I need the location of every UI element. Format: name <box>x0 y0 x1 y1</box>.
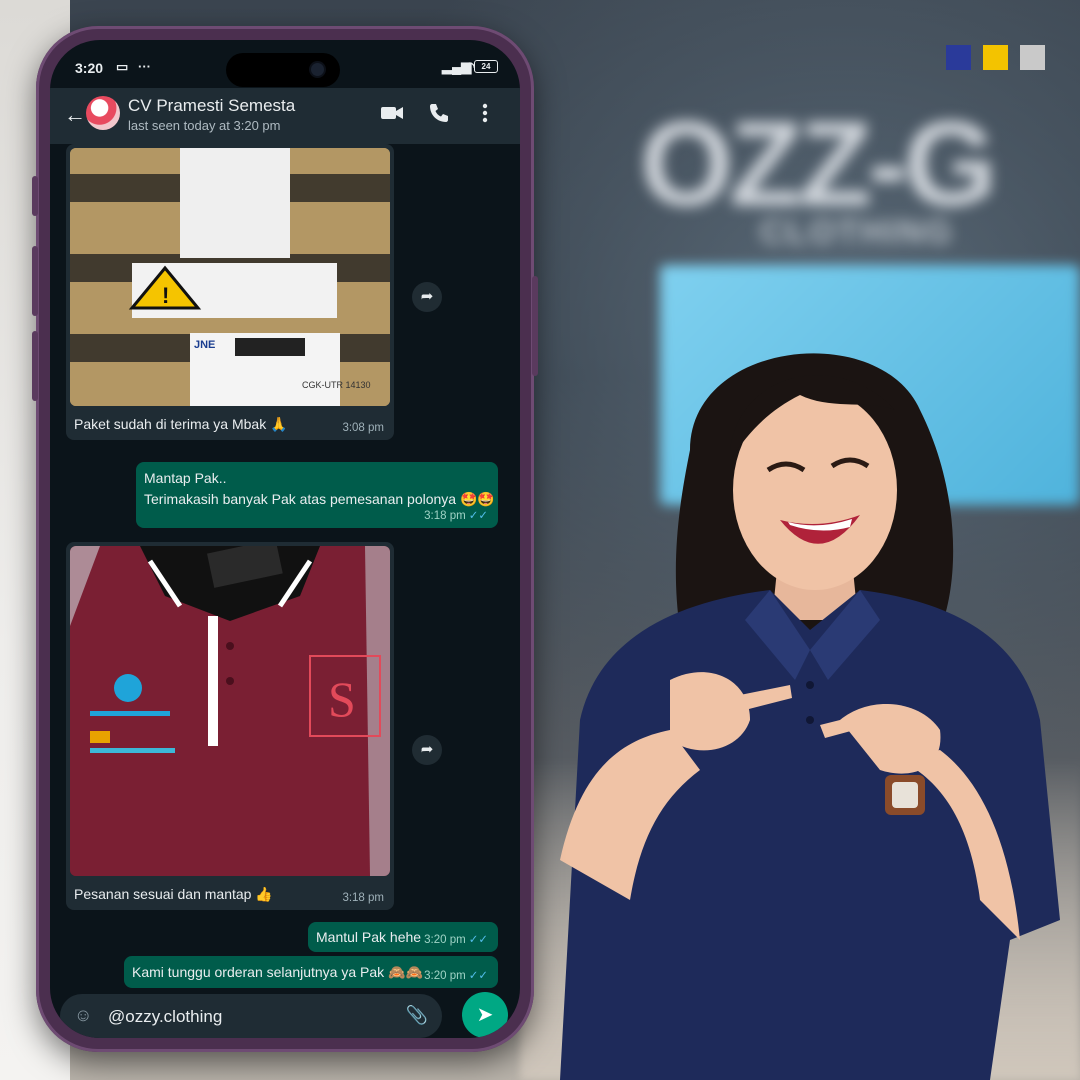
phone-volume-up <box>32 246 38 316</box>
send-button[interactable]: ➤ <box>462 992 508 1038</box>
contact-name[interactable]: CV Pramesti Semesta <box>128 96 295 116</box>
message-text-line2: Terimakasih banyak Pak atas pemesanan po… <box>144 491 495 507</box>
message-time: 3:08 pm <box>342 422 384 434</box>
square-grey <box>1020 45 1045 70</box>
polo-shirt-image: S <box>70 546 390 876</box>
forward-icon[interactable]: ➦ <box>412 735 442 765</box>
back-arrow-icon[interactable]: ← <box>64 102 86 128</box>
message-text: Paket sudah di terima ya Mbak 🙏 <box>74 416 288 432</box>
message-outgoing-mantul[interactable]: Mantul Pak hehe 3:20 pm ✓✓ <box>308 922 498 952</box>
square-blue <box>946 45 971 70</box>
message-time: 3:18 pm ✓✓ <box>424 510 488 522</box>
message-composer: ☺ 📎 <box>60 994 442 1038</box>
brand-sign-subtext: CLOTHING <box>760 213 954 251</box>
message-text: Kami tunggu orderan selanjutnya ya Pak 🙈… <box>132 964 423 980</box>
message-time: 3:20 pm ✓✓ <box>424 970 488 982</box>
package-code: CGK-UTR 14130 <box>302 380 371 390</box>
status-time: 3:20 <box>75 60 104 76</box>
send-icon: ➤ <box>476 1004 494 1026</box>
phone-power-button <box>532 276 538 376</box>
polo-shirt-photo[interactable]: S <box>70 546 390 876</box>
kebab-menu-icon[interactable] <box>480 102 490 124</box>
more-dots-icon: ··· <box>138 59 151 74</box>
contact-avatar[interactable] <box>86 96 120 130</box>
status-bar: 3:20 ▭ ··· ▂▄▆ ◠ 24 <box>50 40 520 87</box>
courier-logo: JNE <box>194 339 215 351</box>
background-brand-sign: OZZ-G CLOTHING <box>640 95 1080 265</box>
message-time: 3:20 pm ✓✓ <box>424 934 488 946</box>
message-text: Mantul Pak hehe <box>316 929 422 945</box>
package-photo[interactable]: ! JNE CGK-UTR 14130 <box>70 148 390 406</box>
phone-volume-down <box>32 331 38 401</box>
embroidered-s-logo: S <box>328 671 356 727</box>
chat-area[interactable]: ! JNE CGK-UTR 14130 Paket sudah di terim… <box>50 144 520 988</box>
phone-side-button <box>32 176 38 216</box>
message-input[interactable] <box>106 1002 380 1032</box>
square-yellow <box>983 45 1008 70</box>
attach-paperclip-icon[interactable]: 📎 <box>406 1005 428 1026</box>
video-call-icon[interactable] <box>380 102 404 124</box>
battery-icon: 24 <box>474 60 498 73</box>
message-time: 3:18 pm <box>342 892 384 904</box>
phone-frame: 3:20 ▭ ··· ▂▄▆ ◠ 24 ← CV Pramesti Semest… <box>32 26 538 1052</box>
chat-header: ← CV Pramesti Semesta last seen today at… <box>50 88 520 144</box>
svg-text:!: ! <box>162 283 169 308</box>
brand-color-squares <box>946 45 1045 70</box>
voice-call-icon[interactable] <box>428 102 450 124</box>
read-receipt-icon: ✓✓ <box>468 510 488 522</box>
message-text: Pesanan sesuai dan mantap 👍 <box>74 886 273 902</box>
message-text-line1: Mantap Pak.. <box>144 470 227 486</box>
message-outgoing-thanks[interactable]: Mantap Pak.. Terimakasih banyak Pak atas… <box>136 462 498 528</box>
message-incoming-package[interactable]: ! JNE CGK-UTR 14130 Paket sudah di terim… <box>66 144 394 440</box>
screen-record-icon: ▭ <box>116 59 129 74</box>
message-outgoing-next-order[interactable]: Kami tunggu orderan selanjutnya ya Pak 🙈… <box>124 956 498 988</box>
last-seen-status: last seen today at 3:20 pm <box>128 118 281 133</box>
smiling-woman-pointing <box>560 353 1060 1080</box>
forward-icon[interactable]: ➦ <box>412 282 442 312</box>
read-receipt-icon: ✓✓ <box>468 970 488 982</box>
read-receipt-icon: ✓✓ <box>468 934 488 946</box>
message-incoming-polo[interactable]: S Pesanan sesuai dan mantap 👍 3:18 pm <box>66 542 394 910</box>
phone-screen: 3:20 ▭ ··· ▂▄▆ ◠ 24 ← CV Pramesti Semest… <box>50 40 520 1038</box>
package-image: ! JNE CGK-UTR 14130 <box>70 148 390 406</box>
dynamic-island <box>226 53 340 87</box>
emoji-icon[interactable]: ☺ <box>74 1005 92 1026</box>
